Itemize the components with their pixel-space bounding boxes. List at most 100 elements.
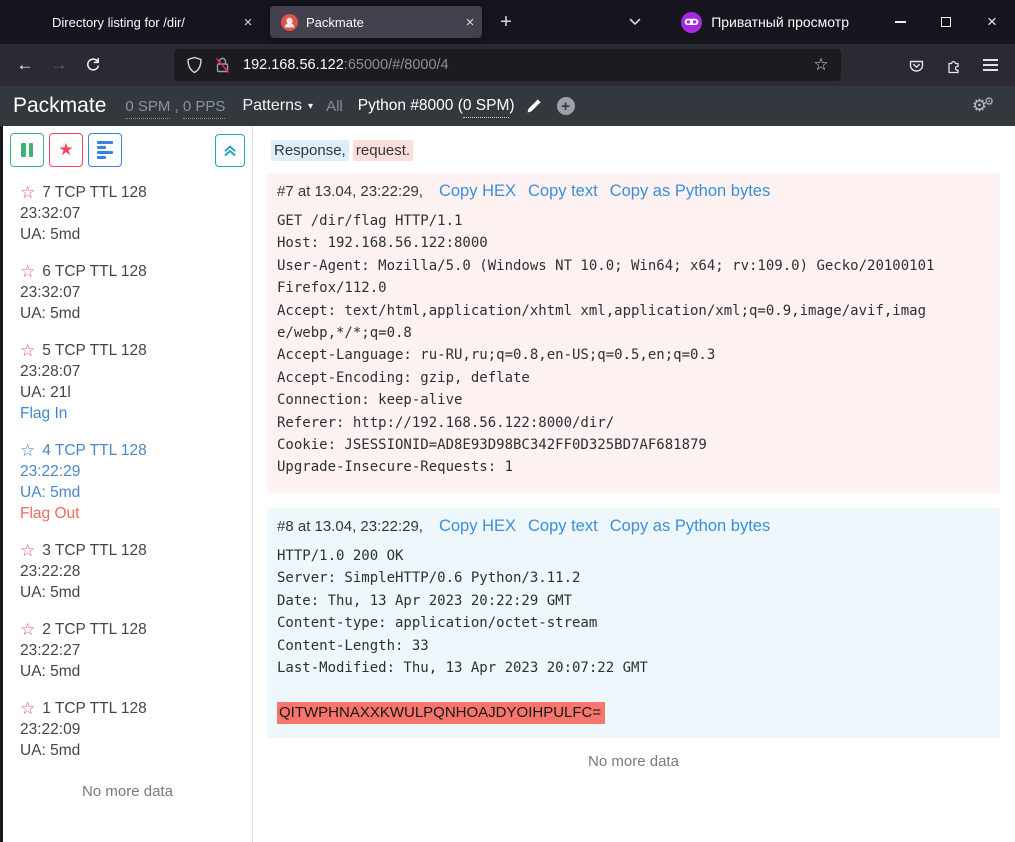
packet-item-1[interactable]: ☆1 TCP TTL 128 23:22:09 UA: 5md [20,698,235,761]
settings-button[interactable]: ⚙⚙ [972,96,997,116]
packet-title: 1 TCP TTL 128 [42,698,147,719]
packet-detail-pane: Response, request. #7 at 13.04, 23:22:29… [253,126,1015,842]
content-area: ★ ☆7 TCP TTL 128 23:32:07 U [0,126,1015,842]
flag-out-link[interactable]: Flag Out [20,503,235,524]
private-browsing-badge: Приватный просмотр [681,12,849,33]
packet-title: 6 TCP TTL 128 [42,261,147,282]
forward-button: → [42,50,76,80]
caret-down-icon: ▾ [308,101,313,112]
shield-icon[interactable] [186,56,203,74]
private-badge-label: Приватный просмотр [711,14,849,30]
list-view-button[interactable] [88,133,122,167]
copy-hex-link[interactable]: Copy HEX [439,517,516,536]
edit-service-button[interactable] [526,98,542,114]
packet-ua: UA: 5md [20,303,235,324]
filter-all[interactable]: All [326,98,343,115]
pause-capture-button[interactable] [10,133,44,167]
maximize-button[interactable] [923,0,969,44]
reload-button[interactable] [76,50,110,80]
packet-item-7[interactable]: ☆7 TCP TTL 128 23:32:07 UA: 5md [20,182,235,245]
new-tab-button[interactable]: + [490,6,522,38]
packet-id-label: #7 at 13.04, 23:22:29, [277,183,423,200]
request-block-7: #7 at 13.04, 23:22:29, Copy HEX Copy tex… [267,173,1000,493]
minimize-icon [895,21,906,23]
window-close-button[interactable]: × [969,0,1015,44]
packet-time: 23:32:07 [20,203,235,224]
collapse-sidebar-button[interactable] [215,134,245,167]
copy-text-link[interactable]: Copy text [528,182,598,201]
packet-item-5[interactable]: ☆5 TCP TTL 128 23:28:07 UA: 21l Flag In [20,340,235,424]
packet-time: 23:28:07 [20,361,235,382]
copy-text-link[interactable]: Copy text [528,517,598,536]
packet-item-4-selected[interactable]: ☆ 4 TCP TTL 128 23:22:29 UA: 5md Flag Out [20,440,235,524]
url-path: :65000/#/8000/4 [344,57,449,73]
toolbar-icons [899,50,1007,80]
copy-python-link[interactable]: Copy as Python bytes [610,517,771,536]
url-host: 192.168.56.122 [243,57,344,73]
copy-python-link[interactable]: Copy as Python bytes [610,182,771,201]
tab-packmate[interactable]: Packmate × [270,6,482,38]
legend-response: Response, [271,140,349,161]
private-mask-icon [681,12,702,33]
gear-small-icon: ⚙ [984,96,994,108]
packet-title: 3 TCP TTL 128 [42,540,147,561]
packet-ua: UA: 5md [20,482,235,503]
flag-in-link[interactable]: Flag In [20,403,235,424]
copy-hex-link[interactable]: Copy HEX [439,182,516,201]
packet-star-icon[interactable]: ☆ [20,619,35,640]
sidebar-no-more-data: No more data [3,783,252,800]
tab-bar: Directory listing for /dir/ × Packmate ×… [0,0,1015,44]
legend-request: request. [353,140,413,161]
packet-item-6[interactable]: ☆6 TCP TTL 128 23:32:07 UA: 5md [20,261,235,324]
packet-star-icon[interactable]: ☆ [20,698,35,719]
response-block-8: #8 at 13.04, 23:22:29, Copy HEX Copy tex… [267,508,1000,738]
chevron-down-icon [628,15,642,29]
packet-ua: UA: 5md [20,582,235,603]
back-button[interactable]: ← [8,50,42,80]
favorites-filter-button[interactable]: ★ [49,133,83,167]
patterns-dropdown[interactable]: Patterns ▾ [242,97,313,115]
tab-close-icon[interactable]: × [458,10,482,34]
service-label-close: ) [509,97,514,114]
list-icon [97,141,113,159]
tab-close-icon[interactable]: × [236,10,260,34]
packet-title: 2 TCP TTL 128 [42,619,147,640]
http-request-body: GET /dir/flag HTTP/1.1 Host: 192.168.56.… [277,210,939,479]
packet-star-icon[interactable]: ☆ [20,440,35,461]
navigation-toolbar: ← → 192.168.56.122:65000/#/8000/4 ☆ [0,44,1015,86]
packet-star-icon[interactable]: ☆ [20,182,35,203]
extensions-button[interactable] [936,50,970,80]
url-text: 192.168.56.122:65000/#/8000/4 [243,57,449,73]
url-bar[interactable]: 192.168.56.122:65000/#/8000/4 ☆ [174,49,841,81]
packet-id-label: #8 at 13.04, 23:22:29, [277,518,423,535]
list-all-tabs-button[interactable] [619,6,651,38]
packmate-header: Packmate 0 SPM , 0 PPS Patterns▾ All Pyt… [0,86,1015,126]
browser-window: Directory listing for /dir/ × Packmate ×… [0,0,1015,842]
packet-item-3[interactable]: ☆ 3 TCP TTL 128 23:22:28 UA: 5md [20,540,235,603]
http-response-body: HTTP/1.0 200 OK Server: SimpleHTTP/0.6 P… [277,545,939,724]
packet-star-icon[interactable]: ☆ [20,540,35,561]
add-service-button[interactable]: + [557,97,575,115]
patterns-label: Patterns [242,97,302,115]
packet-item-2[interactable]: ☆ 2 TCP TTL 128 23:22:27 UA: 5md [20,619,235,682]
packet-ua: UA: 5md [20,661,235,682]
packet-time: 23:22:29 [20,461,235,482]
pocket-button[interactable] [899,50,933,80]
packet-star-icon[interactable]: ☆ [20,340,35,361]
pencil-icon [526,98,542,114]
service-tab-python-8000[interactable]: Python #8000 (0 SPM) [358,97,515,115]
packet-time: 23:22:27 [20,640,235,661]
bookmark-star-icon[interactable]: ☆ [807,51,835,79]
minimize-button[interactable] [877,0,923,44]
menu-button[interactable] [973,50,1007,80]
packet-star-icon[interactable]: ☆ [20,261,35,282]
packet-ua: UA: 5md [20,740,235,761]
response-headers: HTTP/1.0 200 OK Server: SimpleHTTP/0.6 P… [277,548,648,676]
packet-title: 4 TCP TTL 128 [42,440,147,461]
service-spm: 0 SPM [463,97,510,118]
packet-time: 23:22:28 [20,561,235,582]
packet-ua: UA: 21l [20,382,235,403]
packet-sidebar: ★ ☆7 TCP TTL 128 23:32:07 U [3,126,253,842]
tab-directory-listing[interactable]: Directory listing for /dir/ × [16,6,260,38]
insecure-lock-icon[interactable] [214,56,231,74]
